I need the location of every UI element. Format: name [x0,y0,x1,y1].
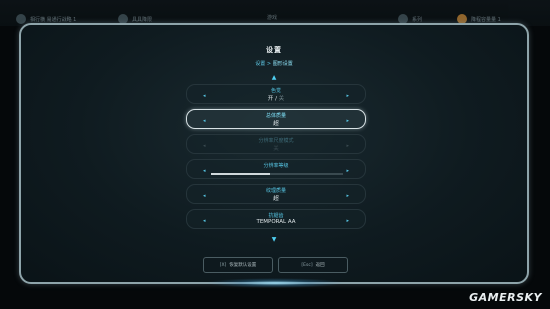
breadcrumb-separator: > [266,61,272,67]
option-label: 色觉 [270,88,281,94]
slider-fill [211,173,271,175]
option-overall-quality[interactable]: 总体质量 ◂ 超 ▸ [186,109,366,129]
back-key-hint: [Esc] [301,262,313,268]
arrow-right-icon[interactable]: ▸ [346,143,349,149]
option-label: 分辨率等级 [263,163,289,169]
option-value: 超 [273,121,279,127]
arrow-right-icon[interactable]: ▸ [346,168,349,174]
settings-dialog: 设置 设置 > 图形设置 ▲ 色觉 ◂ 开 / 关 ▸ 总体质量 ◂ 超 ▸ 分… [19,23,529,284]
arrow-right-icon[interactable]: ▸ [346,118,349,124]
dialog-title: 设置 [266,46,282,54]
option-resolution-scale-mode[interactable]: 分辨率尺度模式 ◂ 关 ▸ [186,134,366,154]
option-label: 总体质量 [265,113,286,119]
option-label: 纹理质量 [265,188,286,194]
option-label: 分辨率尺度模式 [258,138,294,144]
back-button[interactable]: [Esc] 返回 [278,257,348,273]
scroll-down-arrow-icon[interactable]: ▼ [21,236,527,243]
restore-defaults-label: 恢复默认设置 [229,263,257,268]
top-bar-item-5-label: 降程容量量 1 [471,16,501,23]
option-value: 关 [273,146,279,152]
breadcrumb-parent[interactable]: 设置 [255,61,265,67]
gamersky-watermark-logo: GAMERSKY [469,291,542,304]
option-label: 抗锯齿 [268,213,284,219]
restore-defaults-button[interactable]: [X] 恢复默认设置 [203,257,273,273]
top-bar-item-3-label: 游戏 [267,15,278,21]
arrow-right-icon[interactable]: ▸ [346,93,349,99]
option-value-separator: / [275,96,277,102]
option-value-on: 开 [267,96,274,102]
top-bar-item-2-label: 具具降限 [132,16,153,23]
restore-key-hint: [X] [219,262,227,268]
arrow-right-icon[interactable]: ▸ [346,218,349,224]
scroll-up-arrow-icon[interactable]: ▲ [21,74,527,81]
top-bar-item-4-label: 系列 [412,16,423,23]
option-color-vision[interactable]: 色觉 ◂ 开 / 关 ▸ [186,84,366,104]
top-bar-item-1-label: 相行横 易通行战略 1 [30,16,77,23]
option-value-off: 关 [278,96,285,102]
breadcrumb-current: 图形设置 [272,61,293,67]
option-value: 超 [273,196,279,202]
arrow-left-icon[interactable]: ◂ [203,168,206,174]
bottom-glow [205,278,345,288]
back-label: 返回 [315,263,325,268]
profile-icon [16,14,26,24]
option-anti-aliasing[interactable]: 抗锯齿 ◂ TEMPORAL AA ▸ [186,209,366,229]
option-resolution-level[interactable]: 分辨率等级 ◂ ▸ [186,159,366,179]
option-value: 开 / 关 [187,94,365,102]
breadcrumb: 设置 > 图形设置 [21,60,527,67]
option-texture-quality[interactable]: 纹理质量 ◂ 超 ▸ [186,184,366,204]
top-bar-item-3: 游戏 [267,14,277,21]
arrow-right-icon[interactable]: ▸ [346,193,349,199]
option-value: TEMPORAL AA [256,219,296,225]
